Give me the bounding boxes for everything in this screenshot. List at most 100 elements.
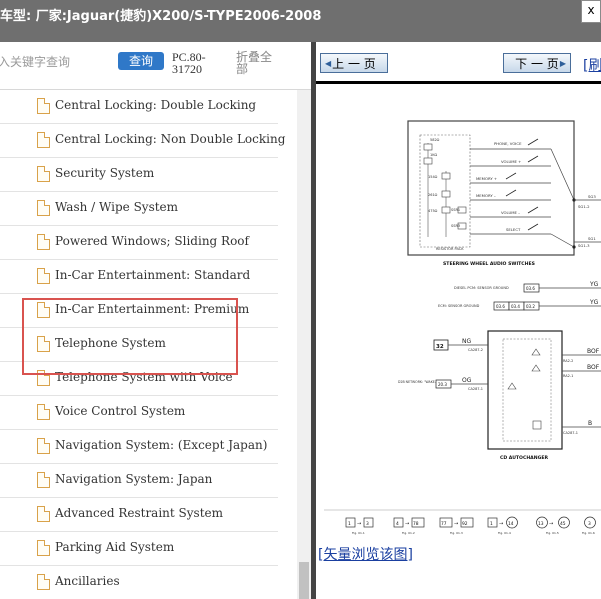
ref-number: 03.4: [511, 304, 520, 309]
switch-label: MEMORY +: [476, 176, 497, 181]
resistor-value: 261Ω: [428, 193, 438, 197]
switch-contact: [527, 138, 539, 146]
tree-item[interactable]: Ancillaries: [0, 566, 278, 599]
arrow-right-icon: ▶: [559, 58, 566, 68]
tree-item-label: Ancillaries: [55, 574, 120, 588]
d2b-network-label: D2B NETWORK: "WAKE-UP": [398, 380, 442, 384]
document-icon: [37, 132, 50, 148]
tree-panel: 查询 PC.80-31720 折叠全部 Central Locking: Dou…: [0, 42, 311, 599]
ref-number: 03.6: [496, 304, 505, 309]
tree-item[interactable]: Advanced Restraint System: [0, 498, 278, 532]
diode-icon: [507, 382, 517, 390]
ref-from: 3: [588, 521, 591, 527]
document-icon: [37, 166, 50, 182]
tree-item-label: Navigation System: Japan: [55, 472, 213, 486]
ref-number: 20.3: [438, 382, 447, 387]
tree-scrollbar-thumb[interactable]: [299, 562, 309, 599]
wire-color: NG: [462, 338, 471, 345]
ref-from: 77: [441, 521, 447, 527]
refresh-link[interactable]: [刷: [583, 55, 601, 75]
figure-ref[interactable]: 13 → 45 Fig. 01.5: [536, 516, 570, 535]
close-button[interactable]: x: [581, 0, 601, 23]
switch-contact: [527, 155, 539, 163]
document-icon: [37, 268, 50, 284]
document-icon: [37, 98, 50, 114]
tree-item-label: Voice Control System: [55, 404, 186, 418]
document-icon: [37, 540, 50, 556]
ref-from: 13: [538, 521, 544, 527]
wire-color: YG: [589, 299, 599, 306]
tree-item[interactable]: Powered Windows; Sliding Roof: [0, 226, 278, 260]
tree-item[interactable]: In-Car Entertainment: Standard: [0, 260, 278, 294]
query-button[interactable]: 查询: [118, 52, 164, 70]
fig-label: Fig. 01.4: [498, 531, 511, 535]
figure-ref[interactable]: 1 → 14 Fig. 01.4: [487, 516, 518, 535]
close-icon: x: [587, 3, 595, 17]
connector-label: SG1-3: [578, 243, 590, 248]
document-icon: [37, 234, 50, 250]
tree-item[interactable]: Parking Aid System: [0, 532, 278, 566]
wire-color: B: [588, 420, 592, 427]
pc-code-label: PC.80-31720: [172, 50, 206, 76]
resistor-symbol: [423, 143, 433, 151]
fig-label: Fig. 01.2: [402, 531, 415, 535]
diesel-pcm-label: DIESEL PCM: SENSOR GROUND: [454, 286, 509, 290]
diagram-viewer: ◀ 上 一 页 下 一 页 ▶ [刷 582Ω 1KΩ 154Ω 261Ω 47…: [316, 42, 601, 599]
tree-item[interactable]: Navigation System: Japan: [0, 464, 278, 498]
arrow-left-icon: ◀: [325, 58, 332, 68]
switch-label: MEMORY –: [476, 193, 496, 198]
figure-ref[interactable]: 3 Fig. 01.6: [582, 516, 596, 535]
tree-item-label: Central Locking: Non Double Locking: [55, 132, 286, 146]
ref-from: 1: [490, 521, 493, 527]
tree-item[interactable]: Navigation System: (Except Japan): [0, 430, 278, 464]
window-title: 车型: 厂家:Jaguar(捷豹)X200/S-TYPE2006-2008: [0, 9, 322, 24]
window-title-bar: 车型: 厂家:Jaguar(捷豹)X200/S-TYPE2006-2008 x: [0, 0, 601, 42]
tree-item[interactable]: Voice Control System: [0, 396, 278, 430]
wiring-diagram: 582Ω 1KΩ 154Ω 261Ω 475Ω SSR1 SSR3 PHONE,…: [324, 120, 601, 535]
document-icon: [37, 404, 50, 420]
collapse-all-button[interactable]: 折叠全部: [236, 51, 276, 75]
prev-page-button[interactable]: ◀ 上 一 页: [320, 53, 388, 73]
figure-ref[interactable]: 77 → 92 Fig. 01.3: [439, 517, 474, 535]
switch-contact: [505, 172, 517, 180]
svg-text:→: →: [405, 521, 409, 527]
figure-ref[interactable]: 1 → 3 Fig. 01.1: [345, 517, 374, 535]
tree-item[interactable]: Central Locking: Double Locking: [0, 90, 278, 124]
tree-item[interactable]: Central Locking: Non Double Locking: [0, 124, 285, 158]
document-icon: [37, 574, 50, 590]
tree-item[interactable]: Wash / Wipe System: [0, 192, 278, 226]
wire-color: OG: [462, 377, 472, 384]
cd-autochanger-title: CD AUTOCHANGER: [500, 455, 548, 461]
next-page-button[interactable]: 下 一 页 ▶: [503, 53, 571, 73]
ref-number: 03.6: [526, 286, 535, 291]
switch-label: VOLUME +: [501, 159, 521, 164]
ref-to: 78: [413, 521, 419, 527]
wire-color: BOF: [587, 348, 600, 355]
search-input[interactable]: [0, 51, 106, 73]
connector-label: SG3: [588, 194, 596, 199]
switch-contact: [527, 206, 539, 214]
power-ground-icon: [532, 420, 542, 430]
document-icon: [37, 438, 50, 454]
tree-item[interactable]: Security System: [0, 158, 278, 192]
tree-item-label: Security System: [55, 166, 155, 180]
next-page-label: 下 一 页: [515, 56, 559, 71]
diode-icon: [531, 348, 541, 356]
ref-number: 32: [436, 344, 444, 350]
ref-to: 14: [508, 521, 514, 527]
connector-label: CA287-1: [563, 431, 578, 435]
wire-color: BOF: [587, 364, 600, 371]
resistor-value: 582Ω: [430, 138, 440, 142]
vector-view-link[interactable]: [矢量浏览该图]: [318, 544, 413, 564]
document-icon: [37, 506, 50, 522]
selection-highlight-box: [22, 298, 238, 375]
figure-ref[interactable]: 4 → 78 Fig. 01.2: [393, 517, 425, 535]
svg-text:→: →: [357, 521, 361, 527]
svg-text:→: →: [499, 521, 503, 527]
tree-item-label: Parking Aid System: [55, 540, 175, 554]
svg-text:→: →: [454, 521, 458, 527]
ref-to: 45: [560, 521, 566, 527]
ref-to: 3: [366, 521, 369, 527]
tree-scrollbar[interactable]: [297, 90, 311, 599]
connector-label: RA2-2: [563, 359, 573, 363]
